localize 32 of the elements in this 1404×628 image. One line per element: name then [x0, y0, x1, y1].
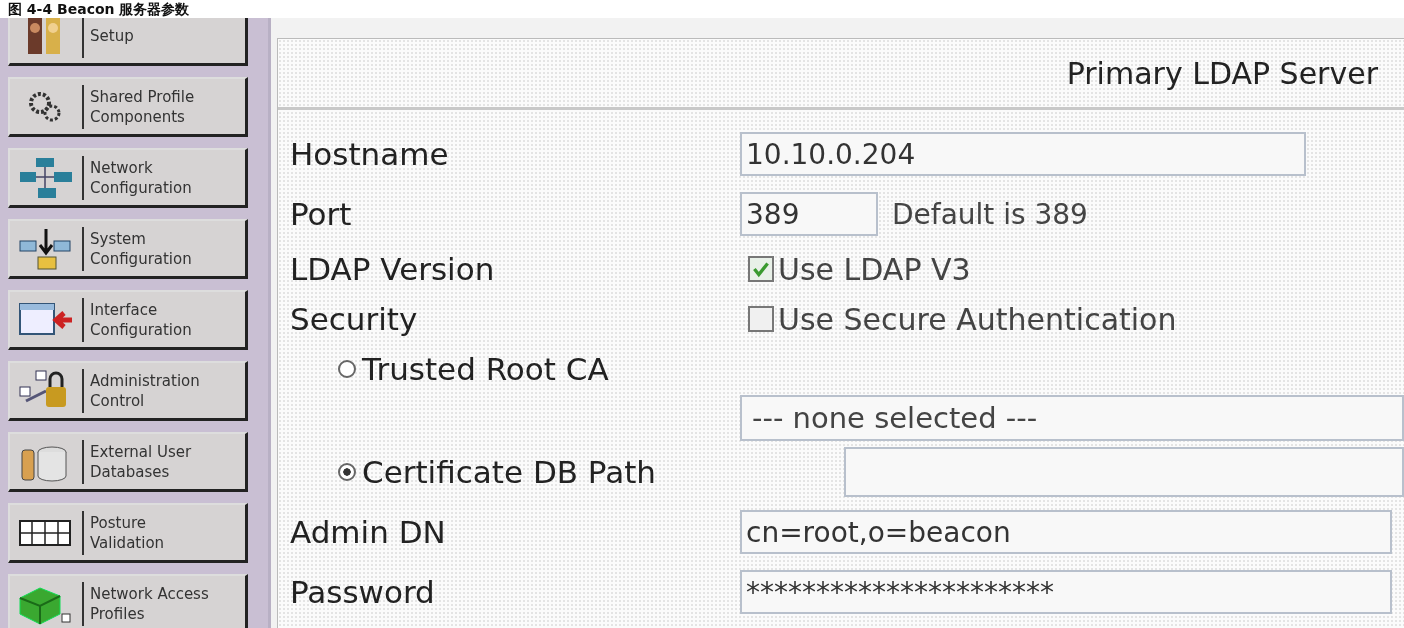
checkbox[interactable] [748, 306, 774, 332]
sidebar-button[interactable]: Network Access Profiles [8, 574, 248, 628]
radio-label: Certificate DB Path [362, 454, 656, 490]
sidebar-button[interactable]: Network Configuration [8, 148, 248, 208]
field-label: Port [290, 196, 353, 232]
dropdown[interactable]: --- none selected --- [740, 395, 1404, 441]
text-field[interactable]: 10.10.0.204 [740, 132, 1306, 176]
radio-label: Trusted Root CA [362, 351, 609, 387]
field-label: Hostname [290, 136, 450, 172]
text-field[interactable]: ********************** [740, 570, 1392, 614]
sidebar-button[interactable]: Shared Profile Components [8, 77, 248, 137]
sidebar-button[interactable]: System Configuration [8, 219, 248, 279]
text-field[interactable] [844, 447, 1404, 497]
radio-button[interactable] [338, 463, 356, 481]
text-field[interactable]: 389 [740, 192, 878, 236]
sidebar-button[interactable]: External User Databases [8, 432, 248, 492]
checkbox-label: Use Secure Authentication [778, 301, 1177, 337]
sidebar-button[interactable]: Posture Validation [8, 503, 248, 563]
radio-button[interactable] [338, 360, 356, 378]
field-label: Password [290, 574, 436, 610]
checkbox[interactable] [748, 256, 774, 282]
sidebar-button[interactable]: Interface Configuration [8, 290, 248, 350]
sidebar-button[interactable]: Administration Control [8, 361, 248, 421]
section-title: Primary LDAP Server [1066, 55, 1378, 91]
field-label: Admin DN [290, 514, 447, 550]
figure-caption: 图 4-4 Beacon 服务器参数 [8, 1, 190, 17]
hint-text: Default is 389 [892, 197, 1088, 231]
checkbox-label: Use LDAP V3 [778, 251, 971, 287]
text-field[interactable]: cn=root,o=beacon [740, 510, 1392, 554]
field-label: Security [290, 301, 419, 337]
field-label: LDAP Version [290, 251, 496, 287]
sidebar-button[interactable]: Setup [8, 18, 248, 66]
